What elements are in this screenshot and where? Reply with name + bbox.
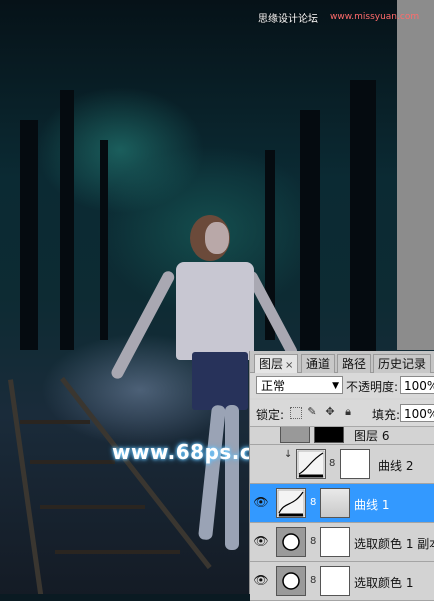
eye-icon[interactable]: 👁︎ [253,534,269,548]
rail-sleeper [40,505,145,509]
layer-mask-thumbnail [320,566,350,596]
selective-color-icon [282,572,300,590]
layer-name: 选取颜色 1 [354,576,414,590]
fill-input[interactable]: 100% [400,404,434,422]
layer-thumbnail [280,427,310,443]
tree-trunk [300,110,320,350]
opacity-input[interactable]: 100% [400,376,434,394]
move-icon[interactable]: ✥ [324,406,336,418]
tree-trunk [350,80,376,360]
panel-tabs: 图层 × 通道 路径 历史记录 [250,351,434,373]
blend-mode-value: 正常 [261,379,286,393]
tab-history[interactable]: 历史记录 [373,354,432,373]
tab-layers[interactable]: 图层 × [254,354,299,373]
curves-adjustment-thumbnail [296,449,326,479]
lock-icon[interactable]: 🔒︎ [342,406,354,418]
curves-adjustment-thumbnail [276,488,306,518]
layer-name: 曲线 1 [354,498,390,512]
lock-transparent-icon[interactable] [290,407,302,419]
eye-icon[interactable]: 👁︎ [253,495,269,509]
blend-row: 正常 ▼ 不透明度: 100% [250,373,434,398]
chain-icon[interactable]: 8 [310,497,316,508]
layer-row-selected[interactable]: 👁︎ 8 曲线 1 [250,484,434,523]
canvas-background-strip [397,0,434,350]
chain-icon[interactable]: 8 [310,575,316,586]
girl-leg [197,404,227,541]
brush-icon[interactable]: ✎ [306,406,318,418]
layer-row[interactable]: 👁︎ 8 选取颜色 1 副本 [250,523,434,562]
fill-label: 填充: [372,408,401,422]
girl-blouse [176,262,254,360]
tab-channels-label: 通道 [306,357,331,371]
girl-face [205,222,229,254]
tab-paths[interactable]: 路径 [337,354,372,373]
layer-name: 选取颜色 1 副本 [354,537,434,551]
tab-paths-label: 路径 [342,357,367,371]
tree-trunk [60,90,74,350]
rail-sleeper [55,550,180,554]
layer-row[interactable]: ↓ 8 曲线 2 [250,445,434,484]
layers-panel: 图层× 通道 路径 历史记录 正常 ▼ 不透明度: 100% 锁定: ✎ ✥ 🔒… [249,351,434,601]
selective-color-thumbnail [276,566,306,596]
tab-layers-label: 图层 [259,357,284,371]
tab-history-label: 历史记录 [378,357,427,371]
rail-left [8,379,45,594]
tree-trunk [20,120,38,350]
layer-mask-thumbnail [320,527,350,557]
layer-mask-thumbnail [314,427,344,443]
curve-graph-icon [297,450,325,478]
close-icon[interactable]: × [285,360,293,371]
selective-color-thumbnail [276,527,306,557]
watermark-url: www.missyuan.com [330,12,420,22]
layer-row[interactable]: 图层 6 [250,427,434,445]
layer-row[interactable]: 👁︎ 8 选取颜色 1 [250,562,434,601]
opacity-label: 不透明度: [346,380,399,394]
dropdown-caret-icon: ▼ [332,381,339,391]
layer-mask-thumbnail [340,449,370,479]
rail-sleeper [30,460,115,464]
girl-shorts [192,352,248,410]
eye-icon[interactable]: 👁︎ [253,573,269,587]
layer-name: 曲线 2 [378,459,414,473]
tab-channels[interactable]: 通道 [301,354,336,373]
watermark-cn: 思缘设计论坛 [258,14,318,25]
chain-icon[interactable]: 8 [310,536,316,547]
layer-mask-thumbnail [320,488,350,518]
girl-leg [225,405,239,550]
rail-right [60,376,212,570]
chain-icon[interactable]: 8 [329,458,335,469]
girl-left-arm [109,269,177,381]
rail-sleeper [20,420,90,424]
selective-color-icon [282,533,300,551]
lock-label: 锁定: [256,408,285,422]
tree-trunk [100,140,108,340]
blend-mode-select[interactable]: 正常 ▼ [256,376,343,394]
curve-graph-icon [277,489,305,517]
clip-arrow-icon: ↓ [284,449,293,460]
lock-row: 锁定: ✎ ✥ 🔒︎ 填充: 100% [250,400,434,427]
layer-name: 图层 6 [354,429,390,443]
